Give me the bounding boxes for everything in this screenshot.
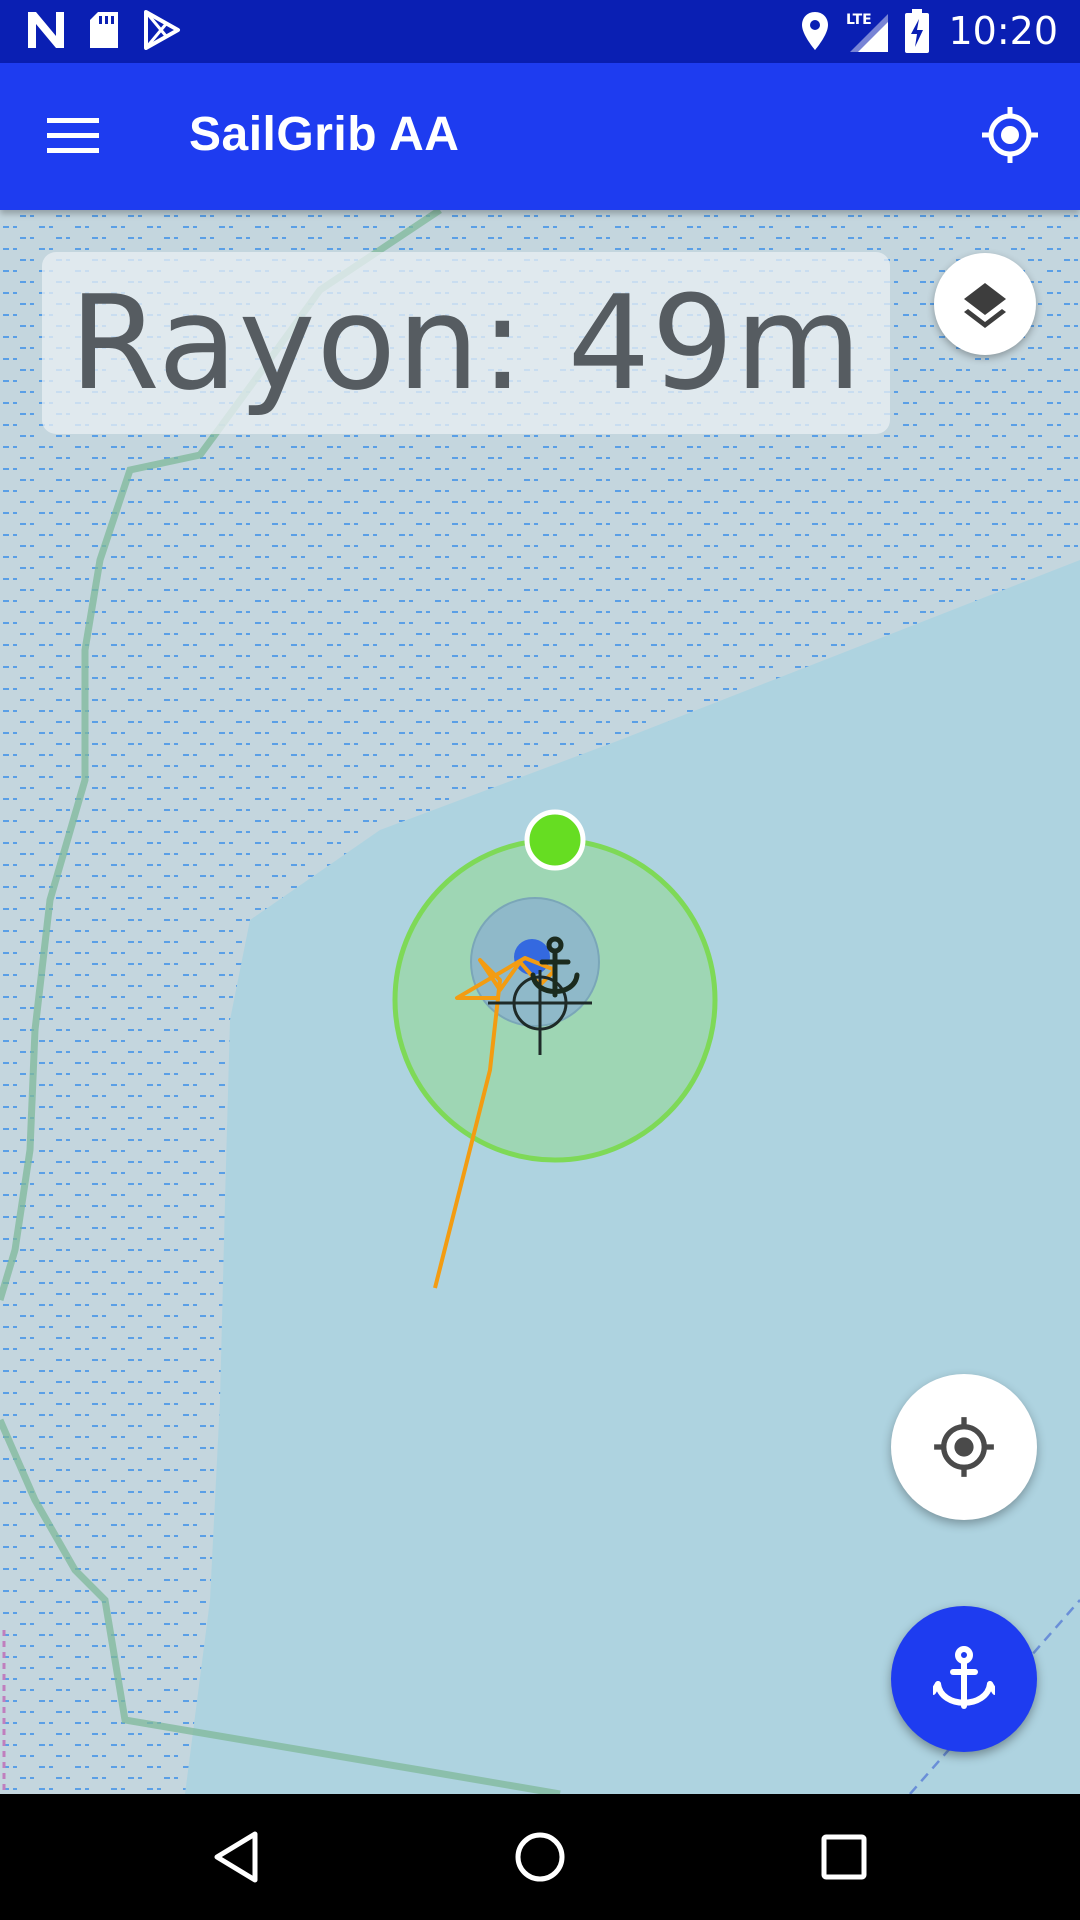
menu-button[interactable] <box>44 107 102 165</box>
center-location-button[interactable] <box>891 1374 1037 1520</box>
app-bar: SailGrib AA <box>0 63 1080 210</box>
status-time: 10:20 <box>948 9 1058 53</box>
status-bar: LTE 10:20 <box>0 0 1080 63</box>
anchor-drop-point[interactable] <box>524 809 586 871</box>
anchor-icon <box>933 1646 995 1709</box>
layers-button[interactable] <box>934 253 1036 355</box>
boat-position-dot <box>514 939 550 975</box>
battery-charging-icon <box>905 9 930 53</box>
location-pin-icon <box>802 12 829 50</box>
nav-back-button[interactable] <box>206 1827 266 1887</box>
radius-panel: Rayon: 49m <box>42 252 890 434</box>
app-bar-locate-button[interactable] <box>978 103 1042 167</box>
radius-label: Rayon: 49m <box>69 267 863 419</box>
app-title: SailGrib AA <box>189 108 460 161</box>
play-store-icon <box>144 10 180 50</box>
recents-square-icon <box>821 1834 867 1880</box>
notification-n-icon <box>28 12 64 48</box>
navigation-bar <box>0 1794 1080 1920</box>
anchor-alarm-button[interactable] <box>891 1606 1037 1752</box>
back-triangle-icon <box>214 1831 258 1883</box>
nautical-chart-map[interactable] <box>0 210 1080 1794</box>
svg-text:LTE: LTE <box>846 12 872 28</box>
gps-locate-icon <box>934 1417 994 1477</box>
gps-locate-icon <box>982 107 1038 163</box>
signal-lte-icon: LTE <box>846 12 889 52</box>
home-circle-icon <box>515 1832 565 1882</box>
nav-recents-button[interactable] <box>814 1827 874 1887</box>
nav-home-button[interactable] <box>510 1827 570 1887</box>
chart-canvas <box>0 210 1080 1794</box>
sd-card-icon <box>90 12 118 48</box>
layers-icon <box>964 283 1006 328</box>
hamburger-menu-icon <box>47 118 99 153</box>
